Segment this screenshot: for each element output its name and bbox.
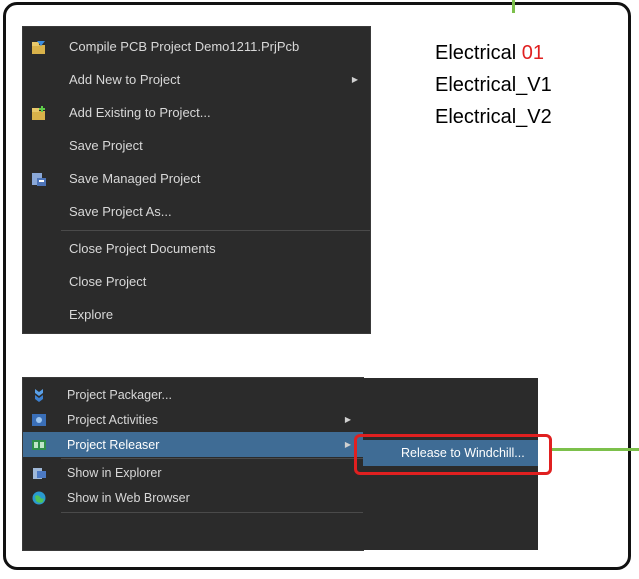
menu-item-label: Project Packager... <box>67 387 172 402</box>
menu-separator <box>61 458 363 459</box>
menu-item-label: Project Activities <box>67 412 159 427</box>
add-existing-icon <box>31 105 47 121</box>
name-line-2: Electrical_V1 <box>435 74 552 96</box>
menu-item-add-existing[interactable]: Add Existing to Project... <box>23 96 370 129</box>
menu-item-label: Compile PCB Project Demo1211.PrjPcb <box>69 39 300 54</box>
menu-item-close-documents[interactable]: Close Project Documents <box>23 232 370 265</box>
project-submenu-panel: Project Packager... Project Activities ▶… <box>23 378 363 550</box>
menu-item-project-packager[interactable]: Project Packager... <box>23 382 363 407</box>
packager-icon <box>31 387 47 403</box>
name-line-1-number: 01 <box>521 42 544 64</box>
menu-item-label: Add Existing to Project... <box>69 105 211 120</box>
menu-item-close-project[interactable]: Close Project <box>23 265 370 298</box>
menu-item-label: Save Project As... <box>69 204 172 219</box>
connector-line-right <box>552 448 639 451</box>
menu-item-label: Save Managed Project <box>69 171 201 186</box>
name-line-3: Electrical_V2 <box>435 106 552 128</box>
menu-item-label: Save Project <box>69 138 143 153</box>
web-browser-icon <box>31 490 47 506</box>
menu-item-label: Explore <box>69 307 114 322</box>
connector-line-top <box>512 0 515 13</box>
submenu-arrow-icon: ▶ <box>344 440 351 449</box>
menu-item-save-as[interactable]: Save Project As... <box>23 195 370 228</box>
menu-item-label: Show in Explorer <box>67 465 162 480</box>
highlight-box <box>354 434 552 475</box>
version-names: Electrical 01 Electrical_V1 Electrical_V… <box>435 37 552 133</box>
releaser-icon <box>31 437 47 453</box>
menu-item-compile[interactable]: Compile PCB Project Demo1211.PrjPcb <box>23 30 370 63</box>
menu-item-save-managed[interactable]: Save Managed Project <box>23 162 370 195</box>
menu-item-explore[interactable]: Explore <box>23 298 370 331</box>
menu-item-project-activities[interactable]: Project Activities ▶ <box>23 407 363 432</box>
save-managed-icon <box>31 171 47 187</box>
menu-item-add-new[interactable]: Add New to Project ▶ <box>23 63 370 96</box>
compile-icon <box>31 39 47 55</box>
activities-icon <box>31 412 47 428</box>
project-context-menu: Compile PCB Project Demo1211.PrjPcb Add … <box>23 27 370 333</box>
submenu-arrow-icon: ▶ <box>351 75 358 84</box>
menu-separator <box>61 512 363 513</box>
menu-separator <box>61 230 370 231</box>
menu-item-label: Close Project <box>69 274 147 289</box>
name-line-1-prefix: Electrical <box>435 42 522 64</box>
menu-item-label: Show in Web Browser <box>67 490 190 505</box>
menu-item-label: Project Releaser <box>67 437 160 452</box>
name-line-1: Electrical 01 <box>435 37 552 69</box>
submenu-arrow-icon: ▶ <box>344 415 351 424</box>
menu-item-show-in-web-browser[interactable]: Show in Web Browser <box>23 485 363 510</box>
menu-item-project-releaser[interactable]: Project Releaser ▶ <box>23 432 363 457</box>
menu-item-show-in-explorer[interactable]: Show in Explorer <box>23 460 363 485</box>
menu-item-label: Add New to Project <box>69 72 181 87</box>
explorer-icon <box>31 465 47 481</box>
menu-item-save-project[interactable]: Save Project <box>23 129 370 162</box>
menu-item-label: Close Project Documents <box>69 241 216 256</box>
